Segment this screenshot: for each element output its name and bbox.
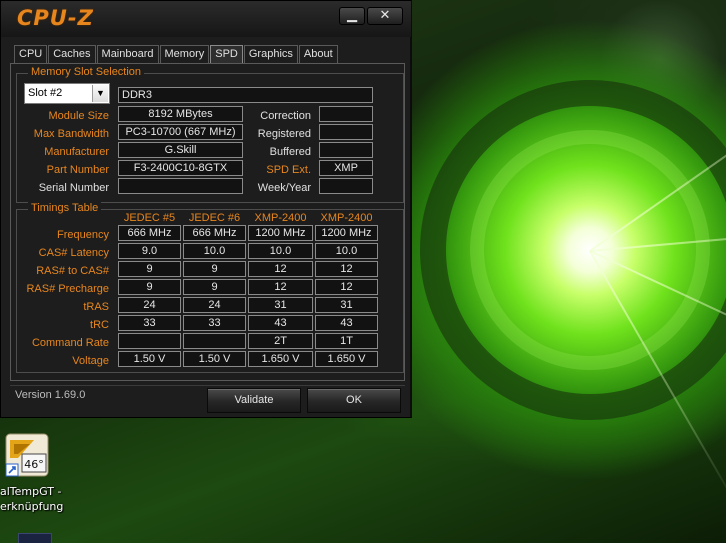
tab-about[interactable]: About bbox=[298, 45, 338, 64]
timing-cell: 666 MHz bbox=[183, 225, 246, 241]
spd-ext-label: SPD Ext. bbox=[266, 164, 311, 176]
partial-desktop-icon bbox=[18, 533, 52, 543]
module-size-label: Module Size bbox=[48, 110, 109, 122]
realtemp-shortcut-icon[interactable]: 46° bbox=[4, 432, 50, 478]
timing-cell: 31 bbox=[248, 297, 313, 313]
timing-cell: 24 bbox=[183, 297, 246, 313]
timing-cell: 9.0 bbox=[118, 243, 181, 259]
timing-cell: 9 bbox=[183, 279, 246, 295]
timing-cell: 1200 MHz bbox=[315, 225, 378, 241]
shortcut-label-line2[interactable]: erknüpfung bbox=[0, 500, 90, 513]
temp-badge: 46° bbox=[24, 458, 44, 471]
timing-cell: 1T bbox=[315, 333, 378, 349]
timing-cell: 24 bbox=[118, 297, 181, 313]
timing-cell: 1200 MHz bbox=[248, 225, 313, 241]
shortcut-label-line1[interactable]: alTempGT - bbox=[0, 485, 90, 498]
timing-row-label: Command Rate bbox=[31, 337, 109, 349]
minimize-button[interactable]: ▁ bbox=[339, 7, 365, 25]
max-bandwidth-value: PC3-10700 (667 MHz) bbox=[118, 124, 243, 140]
timing-cell: 9 bbox=[183, 261, 246, 277]
module-size-value: 8192 MBytes bbox=[118, 106, 243, 122]
correction-label: Correction bbox=[260, 110, 311, 122]
serial-number-label: Serial Number bbox=[38, 182, 109, 194]
tab-spd[interactable]: SPD bbox=[210, 45, 243, 64]
timing-cell: 9 bbox=[118, 279, 181, 295]
timing-row-label: tRAS bbox=[83, 301, 109, 313]
timing-cell bbox=[118, 333, 181, 349]
week-year-label: Week/Year bbox=[257, 182, 311, 194]
timing-cell: 12 bbox=[248, 279, 313, 295]
timing-row-label: RAS# Precharge bbox=[26, 283, 109, 295]
slot-select[interactable]: Slot #2 ▼ bbox=[24, 83, 110, 104]
timing-cell: 12 bbox=[315, 279, 378, 295]
timing-cell: 10.0 bbox=[248, 243, 313, 259]
timing-cell: 43 bbox=[248, 315, 313, 331]
timing-row-label: Frequency bbox=[57, 229, 109, 241]
tab-graphics[interactable]: Graphics bbox=[243, 45, 298, 64]
timing-cell bbox=[183, 333, 246, 349]
timing-cell: 10.0 bbox=[315, 243, 378, 259]
memory-type-field: DDR3 bbox=[118, 87, 373, 103]
timings-col-header: JEDEC #5 bbox=[123, 212, 176, 224]
thermometer-chip-icon: 46° bbox=[5, 433, 49, 477]
chevron-down-icon[interactable]: ▼ bbox=[92, 85, 108, 102]
timing-cell: 1.650 V bbox=[248, 351, 313, 367]
footer-divider bbox=[10, 385, 405, 386]
timing-row-label: RAS# to CAS# bbox=[36, 265, 109, 277]
tab-strip: CPU Caches Mainboard Memory SPD Graphics… bbox=[14, 45, 339, 64]
tab-memory[interactable]: Memory bbox=[159, 45, 210, 64]
timing-cell: 1.650 V bbox=[315, 351, 378, 367]
buffered-value bbox=[319, 142, 373, 158]
version-label: Version 1.69.0 bbox=[15, 389, 86, 401]
cpuz-window: CPU-Z ▁ ✕ CPU Caches Mainboard Memory SP… bbox=[0, 0, 412, 418]
timings-col-header: XMP-2400 bbox=[320, 212, 373, 224]
app-title: CPU-Z bbox=[17, 6, 94, 30]
timing-cell: 31 bbox=[315, 297, 378, 313]
timing-cell: 12 bbox=[315, 261, 378, 277]
tab-cpu[interactable]: CPU bbox=[14, 45, 48, 64]
spd-ext-value: XMP bbox=[319, 160, 373, 176]
timings-col-header: JEDEC #6 bbox=[188, 212, 241, 224]
title-bar[interactable]: CPU-Z ▁ ✕ bbox=[1, 1, 411, 37]
timing-cell: 1.50 V bbox=[183, 351, 246, 367]
serial-number-value bbox=[118, 178, 243, 194]
part-number-label: Part Number bbox=[46, 164, 109, 176]
validate-button[interactable]: Validate bbox=[207, 388, 301, 413]
timings-title: Timings Table bbox=[28, 202, 102, 214]
manufacturer-value: G.Skill bbox=[118, 142, 243, 158]
registered-value bbox=[319, 124, 373, 140]
timing-row-label: CAS# Latency bbox=[38, 247, 109, 259]
week-year-value bbox=[319, 178, 373, 194]
timing-cell: 33 bbox=[118, 315, 181, 331]
timing-cell: 10.0 bbox=[183, 243, 246, 259]
manufacturer-label: Manufacturer bbox=[44, 146, 109, 158]
timing-cell: 33 bbox=[183, 315, 246, 331]
timing-cell: 1.50 V bbox=[118, 351, 181, 367]
close-button[interactable]: ✕ bbox=[367, 7, 403, 25]
timing-cell: 666 MHz bbox=[118, 225, 181, 241]
buffered-label: Buffered bbox=[269, 146, 311, 158]
slot-select-value: Slot #2 bbox=[28, 87, 63, 99]
correction-value bbox=[319, 106, 373, 122]
tab-caches[interactable]: Caches bbox=[48, 45, 96, 64]
tab-mainboard[interactable]: Mainboard bbox=[96, 45, 159, 64]
registered-label: Registered bbox=[257, 128, 311, 140]
timing-row-label: Voltage bbox=[72, 355, 109, 367]
timings-col-header: XMP-2400 bbox=[254, 212, 307, 224]
timing-cell: 9 bbox=[118, 261, 181, 277]
memory-slot-title: Memory Slot Selection bbox=[28, 66, 145, 78]
ok-button[interactable]: OK bbox=[307, 388, 401, 413]
timing-row-label: tRC bbox=[90, 319, 109, 331]
timing-cell: 43 bbox=[315, 315, 378, 331]
part-number-value: F3-2400C10-8GTX bbox=[118, 160, 243, 176]
timing-cell: 2T bbox=[248, 333, 313, 349]
timing-cell: 12 bbox=[248, 261, 313, 277]
max-bandwidth-label: Max Bandwidth bbox=[33, 128, 109, 140]
